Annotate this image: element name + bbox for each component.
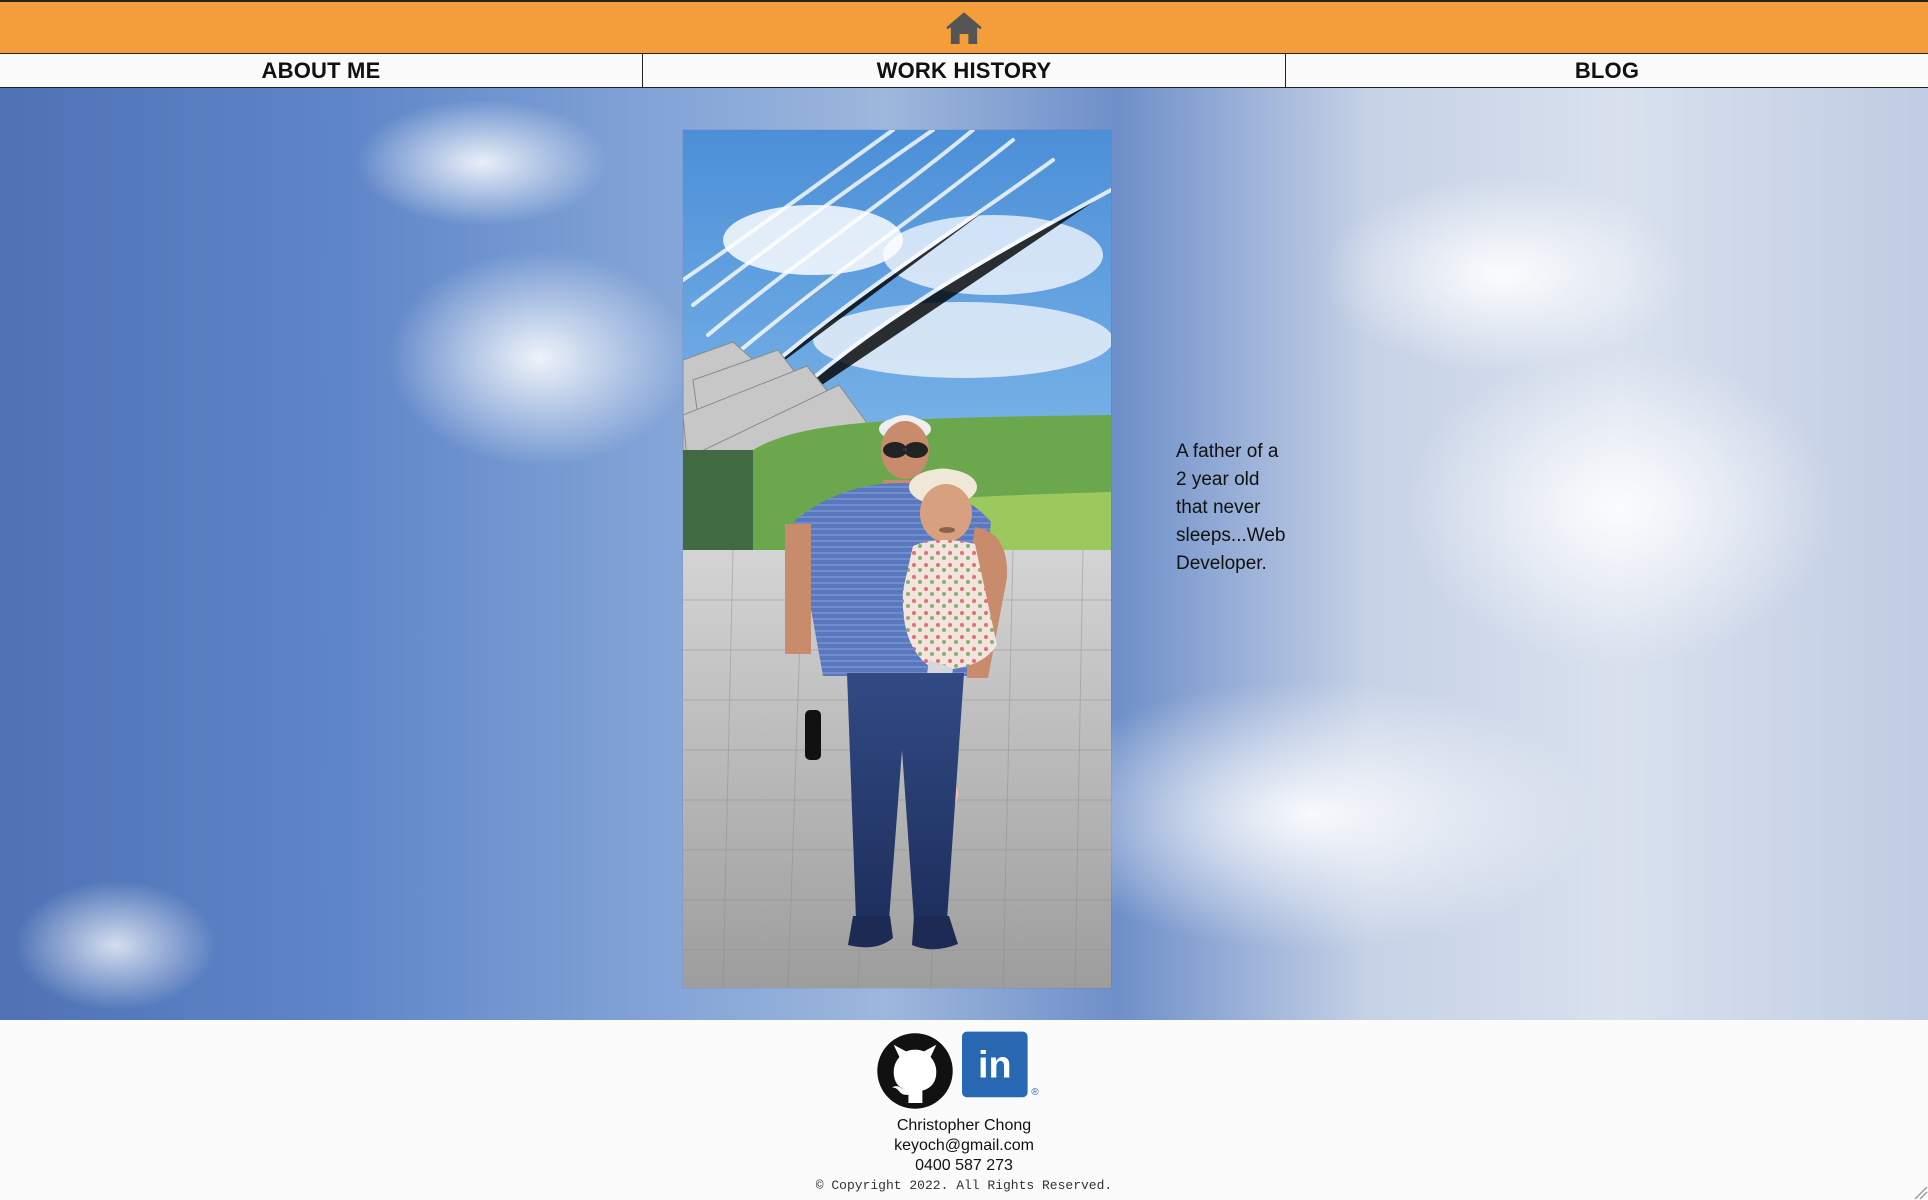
copyright-text: © Copyright 2022. All Rights Reserved. [815,1178,1113,1193]
hero-section: A father of a 2 year old that never slee… [0,88,1928,1020]
contact-email: keyoch@gmail.com [894,1137,1034,1154]
header-bar [0,0,1928,54]
home-icon[interactable] [944,9,984,49]
linkedin-icon[interactable]: in ® [962,1030,1044,1112]
bio-line: Developer. [1176,553,1267,574]
nav-item-blog[interactable]: BLOG [1286,54,1928,87]
bio-text: A father of a 2 year old that never slee… [1176,438,1296,578]
bio-line: A father of a [1176,441,1279,462]
contact-name: Christopher Chong [896,1117,1032,1134]
profile-photo [683,130,1111,988]
registered-mark: ® [1031,1087,1039,1098]
github-icon[interactable] [874,1030,956,1112]
footer: in ® Christopher Chong keyoch@gmail.com … [0,1020,1928,1200]
contact-info: Christopher Chong keyoch@gmail.com 0400 … [0,1116,1928,1176]
main-navigation: ABOUT ME WORK HISTORY BLOG [0,54,1928,88]
nav-item-about-me[interactable]: ABOUT ME [0,54,643,87]
bio-line: 2 year old [1176,469,1260,490]
bio-line: sleeps...Web [1176,525,1286,546]
linkedin-logo-text: in [978,1044,1012,1086]
nav-item-work-history[interactable]: WORK HISTORY [643,54,1286,87]
contact-phone: 0400 587 273 [915,1157,1013,1174]
resize-handle-icon[interactable] [1910,1182,1928,1200]
social-links: in ® [874,1030,1060,1112]
bio-line: that never [1176,497,1261,518]
